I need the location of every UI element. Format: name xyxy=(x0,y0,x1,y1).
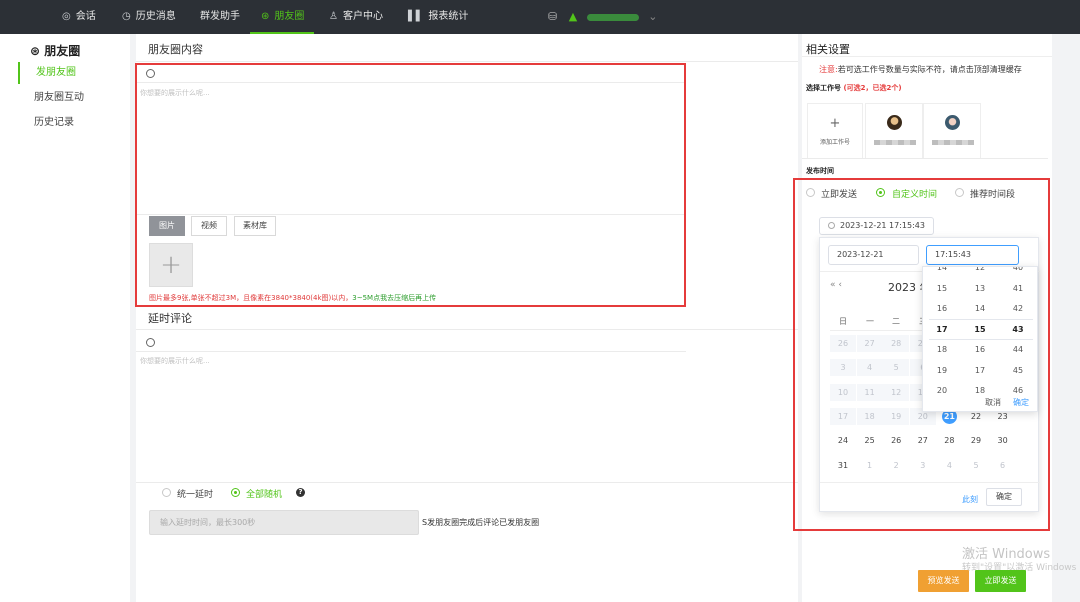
highlight-box xyxy=(793,178,1050,531)
divider xyxy=(136,351,686,352)
help-icon[interactable]: ? xyxy=(296,488,305,497)
clock-icon: ◷ xyxy=(122,11,131,22)
sidebar-title: ⊛ 朋友圈 xyxy=(30,44,81,58)
divider xyxy=(136,482,798,483)
sidebar: ⊛ 朋友圈 发朋友圈 朋友圈互动 历史记录 xyxy=(0,34,130,602)
nav-customers[interactable]: ♙ 客户中心 xyxy=(329,0,383,34)
sidebar-item-moments-interaction[interactable]: 朋友圈互动 xyxy=(18,87,130,109)
divider xyxy=(802,158,1048,159)
radio-uniform-delay[interactable] xyxy=(162,488,171,497)
select-account-label: 选择工作号 (可选2，已选2个) xyxy=(806,84,902,92)
avatar xyxy=(945,115,960,130)
settings-title: 相关设置 xyxy=(806,43,850,56)
emoji-icon[interactable] xyxy=(146,338,155,347)
publish-time-label: 发布时间 xyxy=(806,167,834,175)
preview-send-button[interactable]: 预览发送 xyxy=(918,570,969,592)
chat-icon: ◎ xyxy=(62,11,71,22)
notice-text: 注意:若可选工作号数量与实际不符，请点击顶部清理缓存 xyxy=(819,65,1022,74)
divider xyxy=(136,61,798,62)
radio-random-delay-label[interactable]: 全部随机 xyxy=(246,487,282,500)
account-card[interactable] xyxy=(865,103,923,159)
moments-icon: ⊛ xyxy=(261,11,270,22)
divider xyxy=(802,56,1052,57)
divider xyxy=(136,329,798,330)
account-name-blurred xyxy=(874,140,916,145)
avatar xyxy=(887,115,902,130)
nav-reports[interactable]: ▌▌ 报表统计 xyxy=(408,0,468,34)
content-title: 朋友圈内容 xyxy=(148,43,203,56)
comment-textarea[interactable]: 你想要的展示什么呢... xyxy=(140,356,680,476)
nav-mass-send[interactable]: 群发助手 xyxy=(200,0,240,34)
user-icon: ♙ xyxy=(329,11,338,22)
user-menu[interactable]: ⛁ ▲ ⌄ xyxy=(548,0,657,34)
user-icon: ▲ xyxy=(568,10,578,23)
username-blurred xyxy=(586,13,639,21)
radio-uniform-delay-label[interactable]: 统一延时 xyxy=(177,487,213,500)
radio-random-delay[interactable] xyxy=(231,488,240,497)
database-icon: ⛁ xyxy=(548,10,558,23)
account-name-blurred xyxy=(932,140,974,145)
delay-description: S发朋友圈完成后评论已发朋友圈 xyxy=(422,518,540,527)
sidebar-item-post-moments[interactable]: 发朋友圈 xyxy=(18,62,130,84)
nav-moments[interactable]: ⊛ 朋友圈 xyxy=(250,0,315,34)
moments-icon: ⊛ xyxy=(30,44,45,58)
comment-title: 延时评论 xyxy=(148,312,192,325)
sidebar-item-history[interactable]: 历史记录 xyxy=(18,112,130,134)
chevron-down-icon: ⌄ xyxy=(648,10,658,23)
add-account-button[interactable]: + 添加工作号 xyxy=(807,103,863,159)
account-card[interactable] xyxy=(923,103,981,159)
highlight-box xyxy=(135,63,686,307)
send-now-button[interactable]: 立即发送 xyxy=(975,570,1026,592)
nav-chat[interactable]: ◎ 会话 xyxy=(62,0,96,34)
plus-icon: + xyxy=(829,116,841,131)
delay-seconds-input[interactable]: 输入延时时间，最长300秒 xyxy=(149,510,419,535)
top-navbar: ◎ 会话 ◷ 历史消息 群发助手 ⊛ 朋友圈 ♙ 客户中心 ▌▌ 报表统计 ⛁ ▲ ⌄ xyxy=(0,0,1080,34)
chart-icon: ▌▌ xyxy=(408,11,424,22)
nav-history[interactable]: ◷ 历史消息 xyxy=(122,0,176,34)
